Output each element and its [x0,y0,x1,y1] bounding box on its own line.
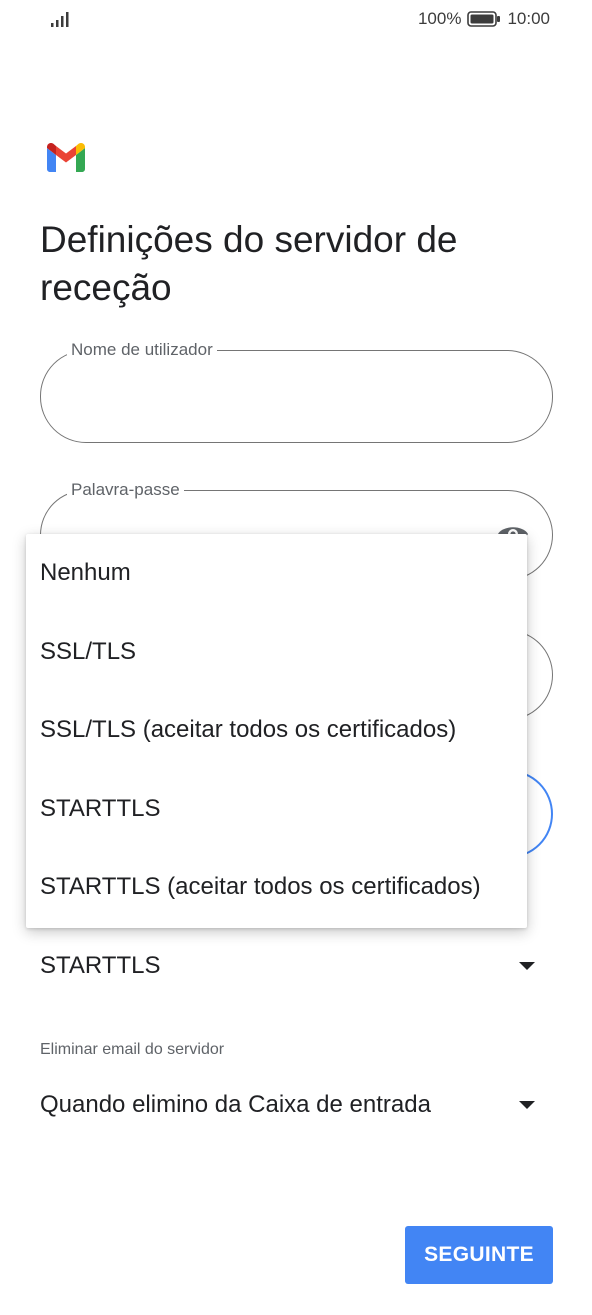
delete-email-select[interactable]: Quando elimino da Caixa de entrada [40,1085,540,1125]
battery-percent: 100% [417,9,462,28]
next-button[interactable]: SEGUINTE [405,1226,553,1284]
security-type-menu: Nenhum SSL/TLS SSL/TLS (aceitar todos os… [26,534,527,928]
battery-icon [467,11,501,27]
page-title: Definições do servidor de receção [40,219,458,308]
delete-email-value: Quando elimino da Caixa de entrada [40,1091,431,1118]
username-input[interactable] [65,381,492,404]
menu-item-ssl-tls[interactable]: SSL/TLS [26,613,527,691]
signal-icon [51,12,69,27]
menu-item-starttls-accept-all[interactable]: STARTTLS (aceitar todos os certificados) [26,848,527,926]
dropdown-arrow-icon [519,1101,535,1109]
menu-item-starttls[interactable]: STARTTLS [26,770,527,848]
gmail-logo-icon [47,143,85,172]
clock: 10:00 [507,9,550,28]
status-right: 100% 10:00 [418,9,550,29]
username-field[interactable]: Nome de utilizador [40,339,553,443]
security-type-select[interactable]: STARTTLS [40,946,540,986]
password-label: Palavra-passe [67,479,184,501]
menu-item-ssl-tls-accept-all[interactable]: SSL/TLS (aceitar todos os certificados) [26,691,527,769]
dropdown-arrow-icon [519,962,535,970]
security-type-value: STARTTLS [40,952,161,979]
menu-item-none[interactable]: Nenhum [26,534,527,612]
username-label: Nome de utilizador [67,339,217,361]
status-bar: 100% 10:00 [0,0,592,40]
delete-email-label: Eliminar email do servidor [40,1041,225,1058]
